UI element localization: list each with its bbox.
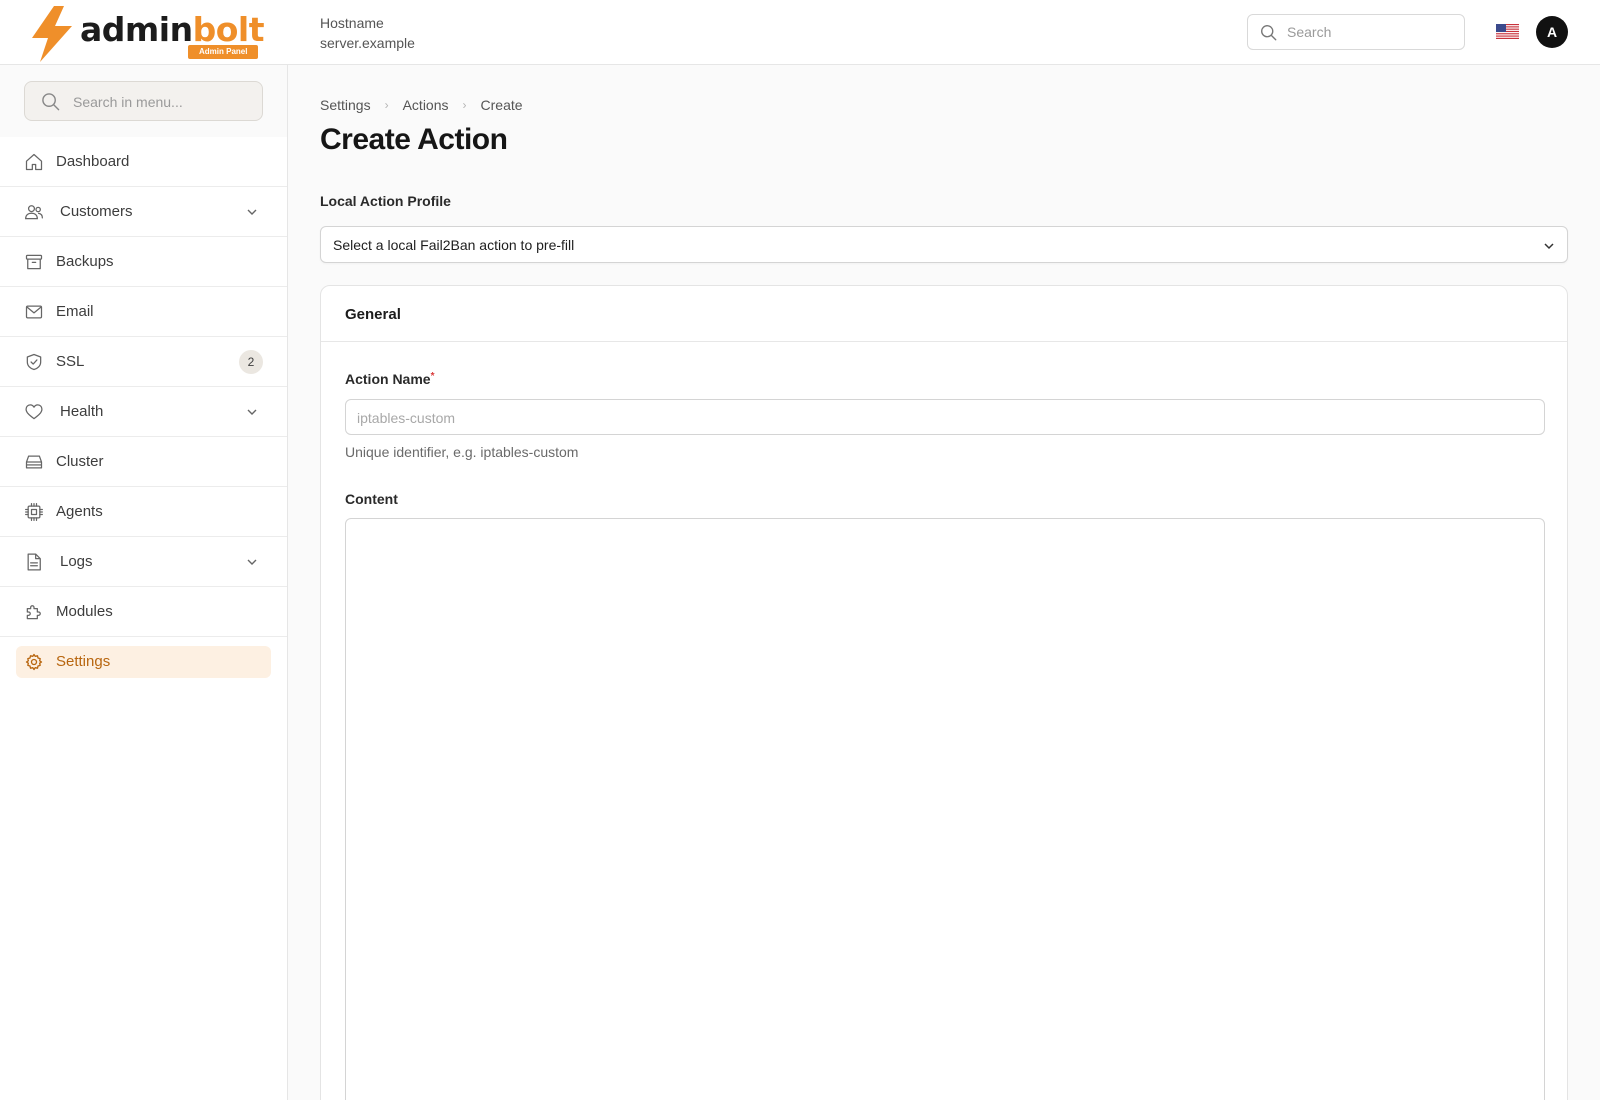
us-flag-icon[interactable] [1496,24,1519,39]
global-search-placeholder: Search [1287,24,1332,40]
breadcrumb-current: Create [480,97,523,113]
chevron-right-icon: › [462,98,467,112]
breadcrumb-settings[interactable]: Settings [320,97,371,113]
search-icon [1261,25,1277,41]
sidebar-search-area: Search in menu... [0,65,287,137]
main-content: Settings › Actions › Create Create Actio… [289,65,1600,1100]
page-title: Create Action [320,123,508,156]
home-icon [25,153,43,171]
file-text-icon [27,553,41,571]
sidebar-item-label: Backups [56,253,114,270]
logo[interactable]: adminbolt Admin Panel [30,6,264,62]
sidebar-item-label: Dashboard [56,153,130,170]
heart-icon [25,404,43,420]
logo-wordmark: adminbolt [80,10,264,49]
chevron-down-icon [1544,243,1554,250]
mail-icon [25,305,43,319]
sidebar-item-email[interactable]: Email [0,287,287,337]
menu-search-input[interactable]: Search in menu... [24,81,263,121]
sidebar-item-customers[interactable]: Customers [0,187,287,237]
local-action-profile-select[interactable]: Select a local Fail2Ban action to pre-fi… [320,226,1568,263]
action-name-help-text: Unique identifier, e.g. iptables-custom [345,444,579,460]
sidebar: Search in menu... Dashboard Customers Ba… [0,65,288,1100]
section-title: General [345,306,401,323]
sidebar-item-label: SSL [56,353,85,370]
sidebar-item-cluster[interactable]: Cluster [0,437,287,487]
chevron-right-icon: › [384,98,389,112]
sidebar-item-dashboard[interactable]: Dashboard [0,137,287,187]
sidebar-item-label: Health [60,403,104,420]
action-name-placeholder: iptables-custom [357,410,456,426]
general-section-card: General Action Name* iptables-custom Uni… [320,285,1568,1100]
cpu-icon [25,503,43,521]
chevron-down-icon[interactable] [246,206,258,218]
action-name-label: Action Name* [345,371,434,387]
sidebar-item-label: Logs [60,553,93,570]
menu-search-placeholder: Search in menu... [73,94,183,110]
action-name-field[interactable]: iptables-custom [345,399,1545,435]
select-value: Select a local Fail2Ban action to pre-fi… [333,237,575,253]
hostname-label: Hostname [320,15,384,31]
logo-badge: Admin Panel [188,45,259,59]
sidebar-item-agents[interactable]: Agents [0,487,287,537]
sidebar-item-backups[interactable]: Backups [0,237,287,287]
chevron-down-icon[interactable] [246,406,258,418]
users-icon [25,205,43,220]
action-name-label-text: Action Name [345,371,431,387]
user-avatar[interactable]: A [1536,16,1568,48]
sidebar-item-label: Email [56,303,94,320]
breadcrumb: Settings › Actions › Create [320,97,523,113]
shield-check-icon [26,353,42,371]
content-label: Content [345,491,398,507]
content-textarea[interactable] [345,518,1545,1100]
sidebar-item-label: Cluster [56,453,104,470]
sidebar-item-label: Modules [56,603,113,620]
sidebar-item-logs[interactable]: Logs [0,537,287,587]
archive-icon [25,254,43,270]
sidebar-item-health[interactable]: Health [0,387,287,437]
puzzle-icon [26,605,41,620]
breadcrumb-actions[interactable]: Actions [403,97,449,113]
local-action-profile-label: Local Action Profile [320,193,451,209]
sidebar-item-label: Customers [60,203,133,220]
sidebar-item-label: Settings [56,653,111,670]
sidebar-item-settings[interactable]: Settings [0,637,287,687]
section-header: General [321,286,1567,342]
required-marker: * [430,371,435,382]
global-search-input[interactable]: Search [1247,14,1465,50]
sidebar-item-label: Agents [56,503,103,520]
search-icon [42,93,60,111]
lightning-bolt-icon [32,6,72,62]
server-icon [25,455,43,469]
top-bar: adminbolt Admin Panel Hostname server.ex… [0,0,1600,65]
hostname-value: server.example [320,35,415,51]
gear-icon [25,653,43,671]
active-highlight [16,646,271,678]
ssl-count-badge: 2 [239,350,263,374]
sidebar-item-modules[interactable]: Modules [0,587,287,637]
chevron-down-icon[interactable] [246,556,258,568]
hostname-block: Hostname server.example [320,13,415,53]
sidebar-item-ssl[interactable]: SSL 2 [0,337,287,387]
